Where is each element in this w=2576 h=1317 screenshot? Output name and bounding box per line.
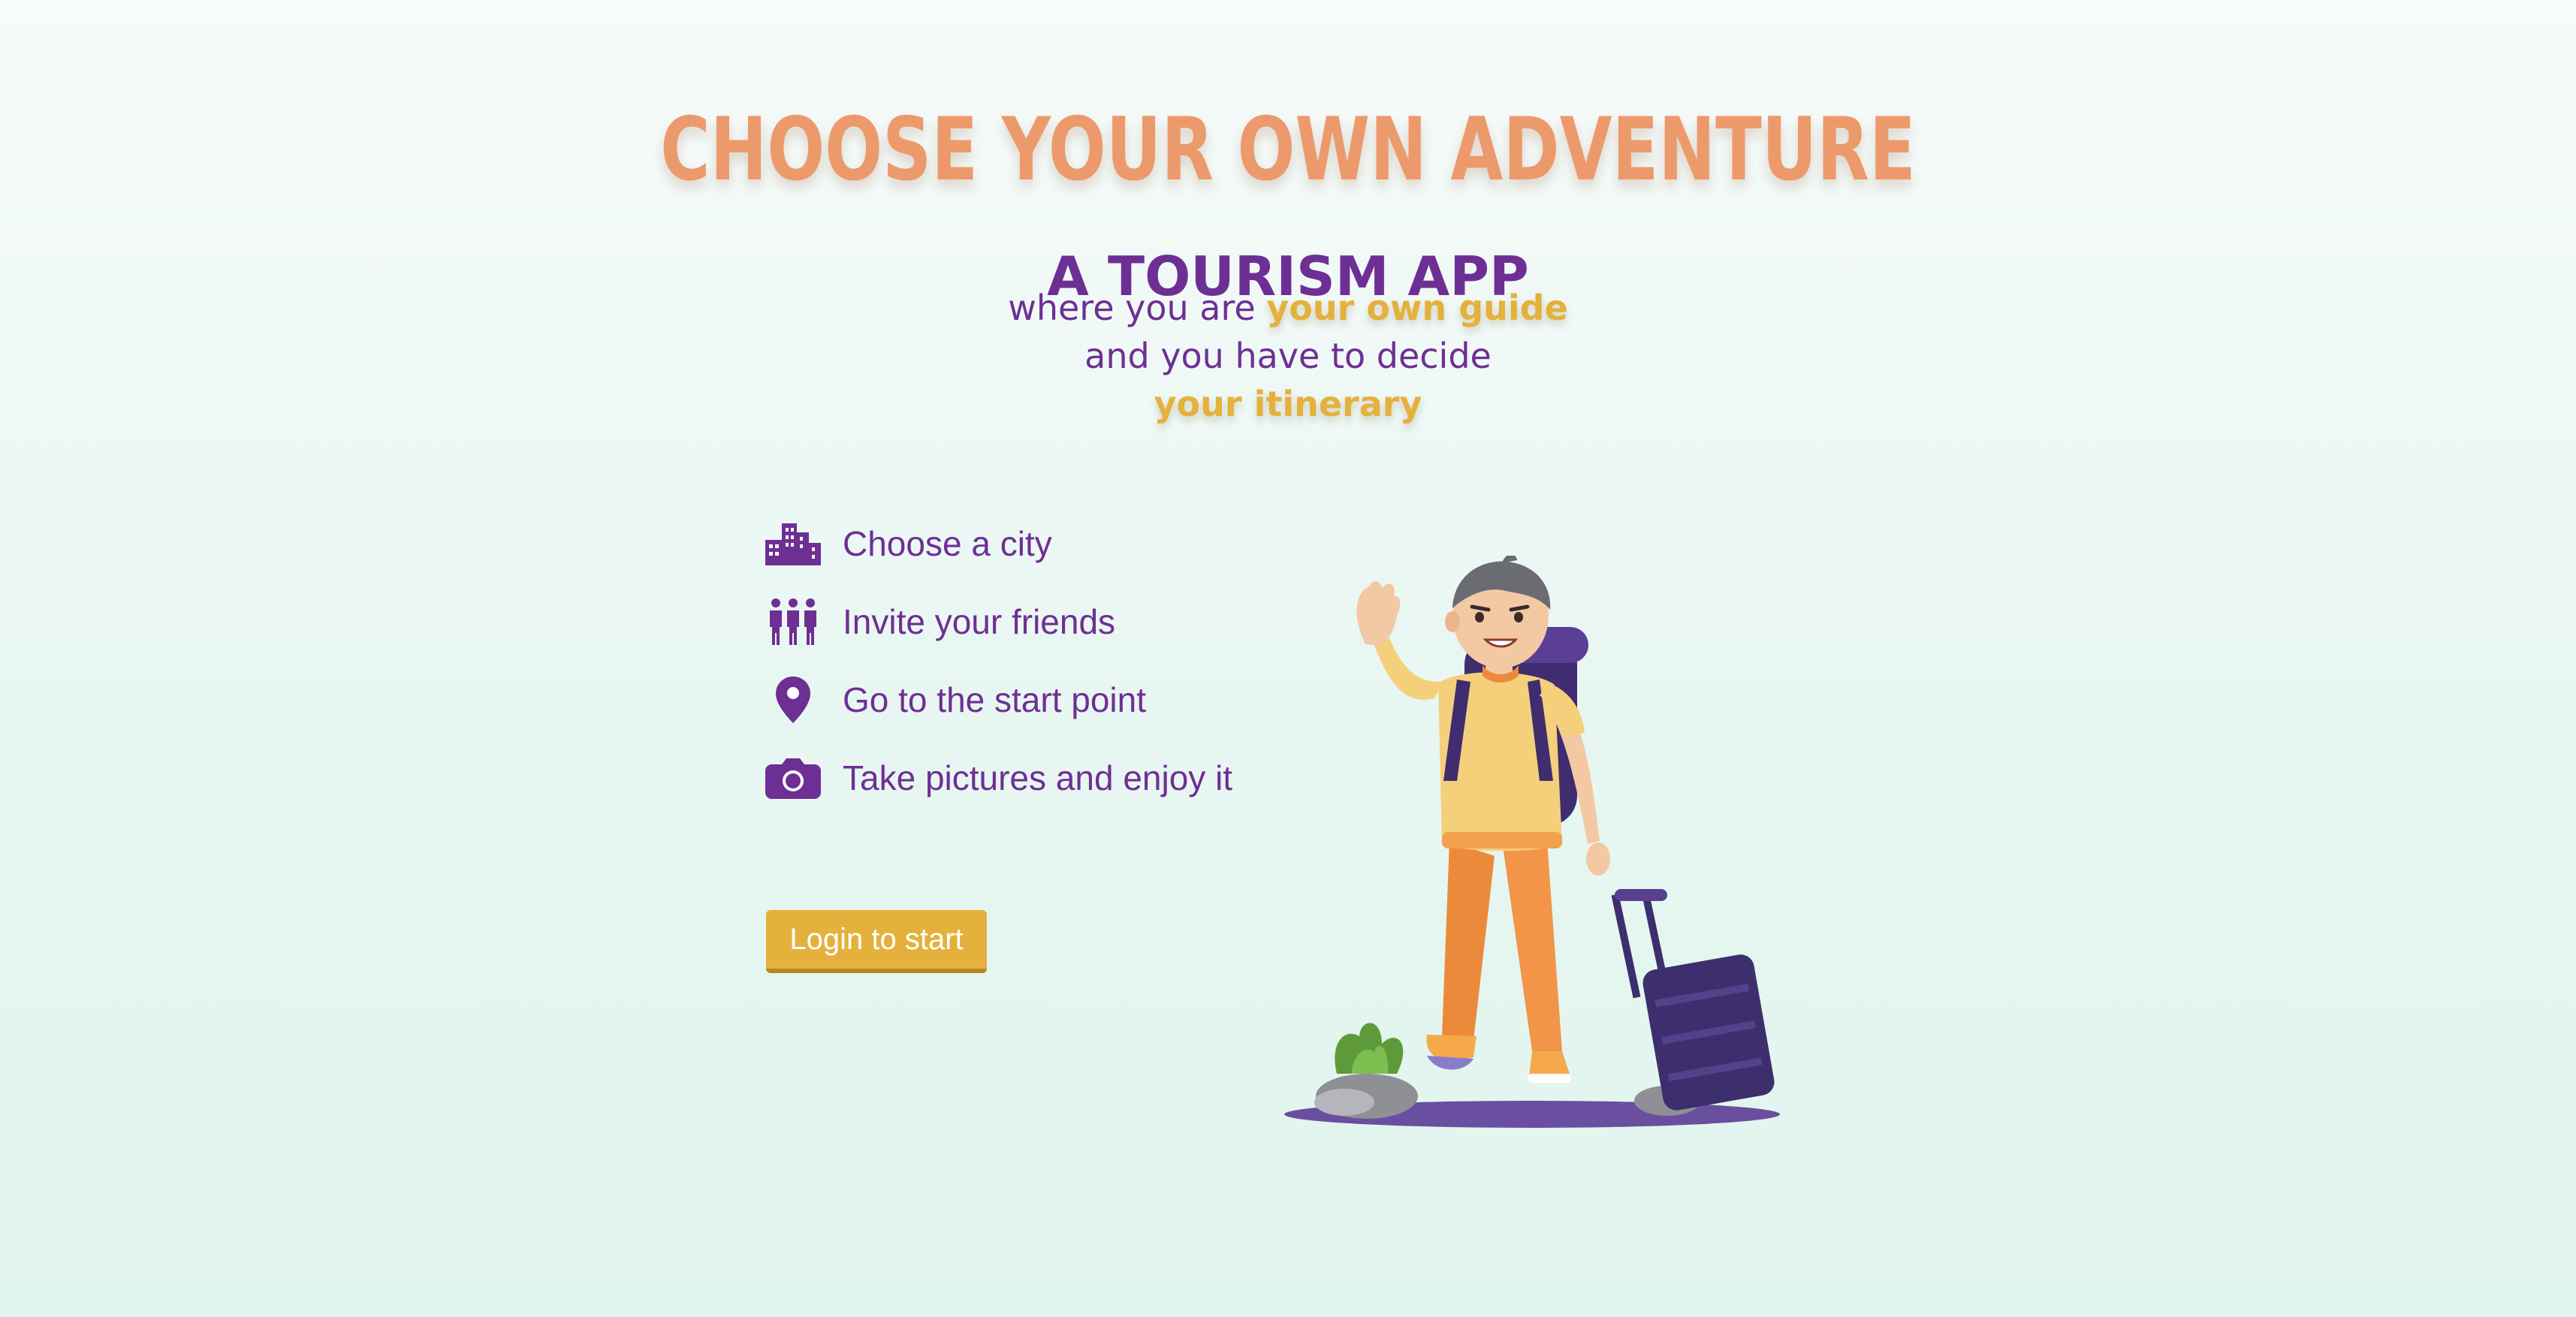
tagline: where you are your own guide and you hav… [0,284,2576,428]
map-pin-icon [765,676,822,724]
feature-item-pictures: Take pictures and enjoy it [765,739,1232,817]
login-button[interactable]: Login to start [766,910,987,973]
tagline-highlight-itinerary: your itinerary [1154,384,1422,424]
tagline-line-2: and you have to decide [1084,336,1492,376]
page-headline: CHOOSE YOUR OWN ADVENTURE [660,98,1916,200]
feature-label-city: Choose a city [843,524,1052,563]
landing-page: CHOOSE YOUR OWN ADVENTURE A TOURISM APP … [0,0,2576,1317]
feature-item-start-point: Go to the start point [765,661,1232,739]
camera-icon [765,754,822,802]
tagline-line-1: where you are your own guide [0,284,2576,332]
tagline-highlight-guide: your own guide [1266,288,1568,328]
feature-item-city: Choose a city [765,505,1232,583]
city-icon [765,520,822,568]
friends-icon [765,598,822,646]
feature-list: Choose a city Invite your friends Go to … [765,505,1232,817]
feature-label-pictures: Take pictures and enjoy it [843,758,1233,797]
feature-label-friends: Invite your friends [843,602,1116,641]
traveler-illustration [1284,556,1780,1128]
feature-item-friends: Invite your friends [765,583,1232,661]
tagline-prefix: where you are [1008,288,1267,328]
feature-label-start-point: Go to the start point [843,680,1147,719]
